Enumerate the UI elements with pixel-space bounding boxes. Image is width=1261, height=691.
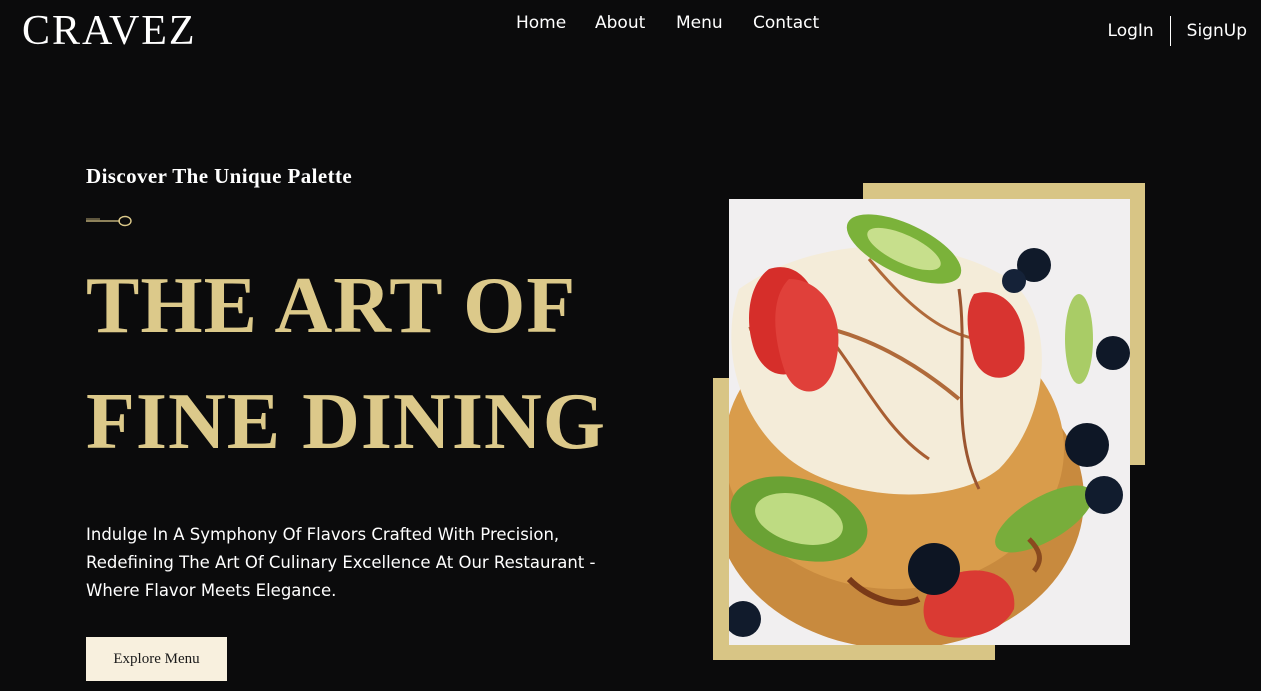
headline-line-2: FINE DINING	[86, 378, 606, 466]
hero-description: Indulge In A Symphony Of Flavors Crafted…	[86, 525, 596, 600]
nav-about[interactable]: About	[595, 12, 645, 34]
auth-divider	[1169, 16, 1171, 46]
signup-link[interactable]: SignUp	[1187, 16, 1247, 46]
hero-headline: THE ART OF FINE DINING	[86, 248, 686, 480]
explore-menu-button[interactable]: Explore Menu	[86, 637, 227, 681]
spoon-icon	[86, 215, 132, 227]
main-nav: Home About Menu Contact	[0, 12, 1261, 36]
nav-home[interactable]: Home	[516, 12, 566, 34]
nav-menu[interactable]: Menu	[676, 12, 723, 34]
login-link[interactable]: LogIn	[1108, 16, 1154, 46]
auth-links: LogIn SignUp	[1108, 16, 1247, 46]
headline-line-1: THE ART OF	[86, 262, 577, 350]
hero-eyebrow: Discover The Unique Palette	[86, 164, 353, 188]
page: CRAVEZ Home About Menu Contact LogIn Sig…	[0, 0, 1261, 691]
nav-contact[interactable]: Contact	[753, 12, 819, 34]
hero-food-image	[729, 199, 1130, 645]
